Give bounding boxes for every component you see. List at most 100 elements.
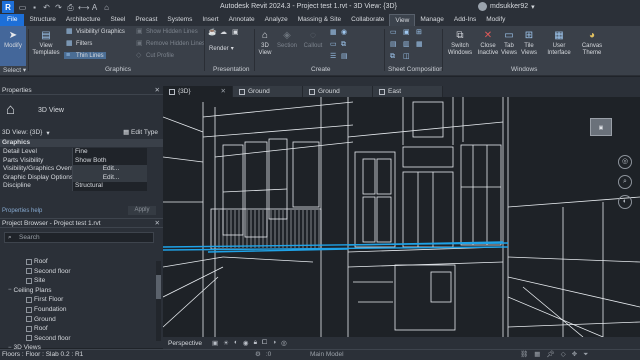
close-icon[interactable]: ✕ [155, 219, 160, 228]
view-tab[interactable]: Ground [233, 86, 303, 97]
show-hidden-lines-button[interactable]: ▣ Show Hidden Lines [136, 28, 198, 35]
drag-elements-icon[interactable]: ✥ [572, 350, 577, 360]
orbit-icon[interactable]: ◐ [618, 195, 632, 209]
ribbon-tab-steel[interactable]: Steel [106, 14, 131, 26]
view-tab[interactable]: {3D} ✕ [163, 86, 233, 97]
render-icon[interactable]: ◉ [243, 339, 249, 347]
crop-icon[interactable]: ⧠ [262, 339, 267, 347]
3d-viewport[interactable]: ▣ ◎ ⌕ ◐ [163, 97, 640, 337]
tree-item[interactable]: Roof [26, 324, 48, 333]
render-cloud-icon[interactable]: ☁ [220, 29, 228, 36]
collapse-icon[interactable]: − [8, 287, 12, 293]
tree-item[interactable]: Roof [26, 257, 48, 266]
sheet-icon[interactable]: ▭ [390, 29, 398, 36]
edit-button[interactable]: Edit... [72, 165, 147, 174]
print-icon[interactable]: ⎙ [66, 3, 75, 12]
ribbon-tab-systems[interactable]: Systems [162, 14, 197, 26]
chevron-down-icon[interactable]: ▾ [46, 129, 49, 137]
property-value[interactable]: Fine [72, 148, 147, 157]
redo-icon[interactable]: ↷ [54, 3, 63, 12]
worksets-icon[interactable]: ⚙ [255, 350, 261, 360]
ribbon-tab-architecture[interactable]: Architecture [61, 14, 106, 26]
visual-style-icon[interactable]: ▣ [212, 339, 218, 347]
3d-view-icon[interactable]: ⌂ [102, 3, 111, 12]
select-underlay-icon[interactable]: ▦ [534, 350, 540, 360]
close-icon[interactable]: ✕ [155, 86, 160, 95]
properties-help-link[interactable]: Properties help [2, 208, 42, 214]
select-pinned-icon[interactable]: 📌︎ [546, 350, 554, 360]
3d-view-button[interactable]: ⌂ 3D View [256, 29, 274, 57]
shadows-icon[interactable]: ◐ [234, 339, 238, 347]
cut-profile-button[interactable]: ◇ Cut Profile [136, 52, 174, 59]
viewcube[interactable]: ▣ [590, 118, 612, 136]
guide-grid-icon[interactable]: ▦ [416, 41, 424, 48]
close-inactive-button[interactable]: ✕ Close Inactive [476, 29, 500, 57]
text-icon[interactable]: A [90, 3, 99, 12]
apply-button[interactable]: Apply [128, 206, 156, 215]
undo-icon[interactable]: ↶ [42, 3, 51, 12]
title-block-icon[interactable]: ▣ [403, 29, 411, 36]
thin-lines-button[interactable]: ≡ Thin Lines [64, 52, 106, 59]
ribbon-tab-view[interactable]: View [389, 14, 416, 26]
property-value[interactable]: Show Both [72, 156, 147, 165]
select-links-icon[interactable]: ⛓ [520, 350, 528, 360]
filter-icon[interactable]: ⏷ [583, 350, 588, 360]
ribbon-tab-massing-site[interactable]: Massing & Site [293, 14, 346, 26]
remove-hidden-lines-button[interactable]: ▣ Remove Hidden Lines [136, 40, 205, 47]
section-button[interactable]: ◈ Section [276, 29, 298, 50]
ribbon-tab-manage[interactable]: Manage [415, 14, 449, 26]
visibility-graphics-button[interactable]: ▦ Visibility/ Graphics [66, 28, 125, 35]
reveal-hidden-icon[interactable]: ◎ [281, 339, 287, 347]
ribbon-tab-precast[interactable]: Precast [130, 14, 162, 26]
tree-item[interactable]: Foundation [26, 305, 67, 314]
select-dropdown[interactable]: Select ▾ [3, 66, 26, 74]
view-tab[interactable]: East [373, 86, 443, 97]
save-icon[interactable]: ▪ [30, 3, 39, 12]
property-value[interactable]: Structural [72, 182, 147, 191]
browser-search-input[interactable]: ⌕ Search [4, 232, 154, 243]
scrollbar-thumb[interactable] [156, 275, 161, 299]
tree-item[interactable]: Second floor [26, 267, 71, 276]
temporary-hide-icon[interactable]: ◑ [272, 339, 276, 347]
ribbon-tab-insert[interactable]: Insert [197, 14, 223, 26]
callout-button[interactable]: ◌ Callout [302, 29, 324, 50]
teapot-icon[interactable]: ☕ [208, 29, 217, 36]
tree-item[interactable]: − Ceiling Plans [8, 286, 51, 295]
view-selector[interactable]: 3D View: {3D} [2, 129, 42, 136]
viewports-icon[interactable]: ⧉ [390, 53, 398, 60]
category-graphics[interactable]: Graphics [0, 139, 163, 147]
tree-item[interactable]: Site [26, 276, 45, 285]
tree-item[interactable]: Ground [26, 315, 56, 324]
ribbon-tab-collaborate[interactable]: Collaborate [346, 14, 389, 26]
render-button[interactable]: Render ▾ [209, 45, 234, 53]
matchline-icon[interactable]: ⊞ [416, 29, 424, 36]
plan-views-icon[interactable]: ▦ [330, 29, 338, 36]
edit-type-button[interactable]: ▦ Edit Type [123, 128, 158, 136]
user-interface-button[interactable]: ▦ User Interface [546, 29, 572, 57]
canvas-theme-button[interactable]: ◕ Canvas Theme [580, 29, 604, 57]
duplicate-view-icon[interactable]: ⧉ [341, 41, 349, 48]
steering-wheel-icon[interactable]: ◎ [618, 155, 632, 169]
view-tab[interactable]: Ground [303, 86, 373, 97]
tree-item[interactable]: First Floor [26, 295, 63, 304]
tree-item[interactable]: Second floor [26, 334, 71, 343]
schedules-icon[interactable]: ▤ [341, 53, 349, 60]
switch-windows-button[interactable]: ⧉ Switch Windows [446, 29, 474, 57]
elevation-icon[interactable]: ◉ [341, 29, 349, 36]
tile-views-button[interactable]: ⊞ Tile Views [520, 29, 538, 57]
ribbon-tab-analyze[interactable]: Analyze [260, 14, 293, 26]
modify-button[interactable]: ➤ Modify [2, 29, 24, 50]
ribbon-tab-structure[interactable]: Structure [24, 14, 60, 26]
user-account[interactable]: mdsukker92 ▾ [478, 2, 535, 11]
ribbon-tab-file[interactable]: File [0, 14, 25, 26]
place-view-icon[interactable]: ▤ [390, 41, 398, 48]
select-by-face-icon[interactable]: ◇ [561, 350, 566, 360]
revisions-icon[interactable]: ▥ [403, 41, 411, 48]
zoom-icon[interactable]: ⌕ [618, 175, 632, 189]
sun-path-icon[interactable]: ☀ [223, 339, 229, 347]
filters-button[interactable]: ▦ Filters [66, 40, 92, 47]
view-reference-icon[interactable]: ◫ [403, 53, 411, 60]
ribbon-tab-annotate[interactable]: Annotate [224, 14, 260, 26]
revit-logo[interactable]: R [2, 1, 14, 13]
type-selector[interactable]: ⌂ 3D View [0, 96, 163, 124]
